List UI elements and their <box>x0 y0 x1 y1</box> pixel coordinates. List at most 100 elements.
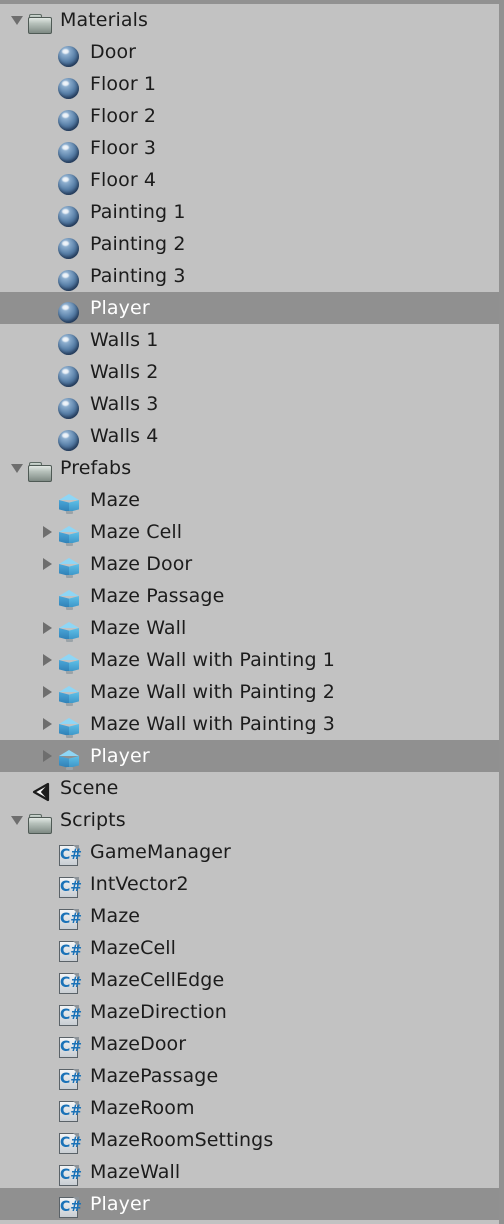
folder-icon <box>28 12 52 36</box>
csharp-glyph: C# <box>60 1103 83 1119</box>
tree-row[interactable]: Maze Wall <box>0 612 499 644</box>
material-sphere-icon <box>58 269 81 292</box>
material-sphere-icon <box>58 141 81 164</box>
project-assets-tree[interactable]: Materials Door Floor 1 Floor 2 Floor 3 Floor … <box>0 0 504 1224</box>
tree-row[interactable]: Maze <box>0 484 499 516</box>
tree-row-label: MazeCell <box>90 937 177 959</box>
chevron-right-icon[interactable] <box>38 644 56 676</box>
csharp-script-icon: C# <box>58 908 83 932</box>
tree-row[interactable]: Player <box>0 740 499 772</box>
tree-row[interactable]: C# Maze <box>0 900 499 932</box>
tree-row[interactable]: Maze Passage <box>0 580 499 612</box>
triangle-glyph <box>42 718 52 730</box>
cube-top-face <box>59 750 79 756</box>
csharp-script-icon: C# <box>58 1100 83 1124</box>
csharp-glyph: C# <box>60 1135 83 1151</box>
triangle-glyph <box>11 463 23 473</box>
tree-row[interactable]: Scene <box>0 772 499 804</box>
material-sphere-icon <box>58 205 81 228</box>
tree-row[interactable]: Walls 3 <box>0 388 499 420</box>
chevron-down-icon[interactable] <box>8 4 26 36</box>
tree-row[interactable]: Maze Wall with Painting 1 <box>0 644 499 676</box>
tree-row-label: Walls 1 <box>90 329 159 351</box>
tree-row[interactable]: Maze Cell <box>0 516 499 548</box>
tree-row[interactable]: Player <box>0 292 499 324</box>
tree-row-label: MazeWall <box>90 1161 181 1183</box>
tree-row-label: Floor 3 <box>90 137 157 159</box>
tree-row[interactable]: Walls 4 <box>0 420 499 452</box>
tree-row[interactable]: C# MazeWall <box>0 1156 499 1188</box>
tree-row-label: Walls 2 <box>90 361 159 383</box>
tree-row[interactable]: Prefabs <box>0 452 499 484</box>
tree-row[interactable]: C# MazeDirection <box>0 996 499 1028</box>
tree-row-label: MazeRoom <box>90 1097 195 1119</box>
material-sphere-icon <box>58 365 81 388</box>
tree-row[interactable]: C# MazeCellEdge <box>0 964 499 996</box>
tree-row[interactable]: Maze Wall with Painting 3 <box>0 708 499 740</box>
cube-top-face <box>59 622 79 628</box>
chevron-right-icon[interactable] <box>38 516 56 548</box>
tree-row-label: Maze Wall with Painting 2 <box>90 681 335 703</box>
tree-row[interactable]: C# GameManager <box>0 836 499 868</box>
tree-row[interactable]: C# MazePassage <box>0 1060 499 1092</box>
material-sphere-icon <box>58 397 81 420</box>
material-sphere-icon <box>58 77 81 100</box>
triangle-glyph <box>11 815 23 825</box>
chevron-down-icon[interactable] <box>8 452 26 484</box>
tree-row[interactable]: Floor 1 <box>0 68 499 100</box>
chevron-right-icon[interactable] <box>38 548 56 580</box>
sphere-body <box>58 429 79 451</box>
csharp-glyph: C# <box>60 847 83 863</box>
tree-row[interactable]: Walls 1 <box>0 324 499 356</box>
cube-base-nub <box>66 767 73 770</box>
tree-row[interactable]: Painting 3 <box>0 260 499 292</box>
chevron-right-icon[interactable] <box>38 708 56 740</box>
prefab-cube-icon <box>58 492 82 516</box>
tree-row[interactable]: C# MazeRoomSettings <box>0 1124 499 1156</box>
tree-row[interactable]: Floor 4 <box>0 164 499 196</box>
tree-row[interactable]: Materials <box>0 4 499 36</box>
tree-row[interactable]: Floor 3 <box>0 132 499 164</box>
tree-row[interactable]: Floor 2 <box>0 100 499 132</box>
csharp-glyph: C# <box>60 1167 83 1183</box>
sphere-body <box>58 205 79 227</box>
tree-row-label: Walls 3 <box>90 393 159 415</box>
chevron-down-icon[interactable] <box>8 804 26 836</box>
tree-row-label: Floor 4 <box>90 169 157 191</box>
tree-row[interactable]: Walls 2 <box>0 356 499 388</box>
tree-row[interactable]: Maze Wall with Painting 2 <box>0 676 499 708</box>
csharp-glyph: C# <box>60 911 83 927</box>
cube-top-face <box>59 558 79 564</box>
prefab-cube-icon <box>58 588 82 612</box>
cube-base-nub <box>66 543 73 546</box>
csharp-script-icon: C# <box>58 876 82 900</box>
tree-row[interactable]: Maze Door <box>0 548 499 580</box>
chevron-right-icon[interactable] <box>38 676 56 708</box>
tree-row-label: GameManager <box>90 841 231 863</box>
triangle-glyph <box>42 750 52 762</box>
tree-row[interactable]: Painting 2 <box>0 228 499 260</box>
csharp-glyph: C# <box>60 1039 83 1055</box>
tree-row-label: IntVector2 <box>90 873 189 895</box>
unity-scene-icon <box>28 780 52 804</box>
tree-row[interactable]: C# Player <box>0 1188 499 1220</box>
tree-row-label: Painting 2 <box>90 233 186 255</box>
cube-base-nub <box>66 639 73 642</box>
material-sphere-icon <box>58 45 81 68</box>
tree-row[interactable]: C# MazeRoom <box>0 1092 499 1124</box>
tree-row[interactable]: C# IntVector2 <box>0 868 499 900</box>
prefab-cube-icon <box>58 524 82 548</box>
tree-row[interactable]: C# MazeDoor <box>0 1028 499 1060</box>
tree-row[interactable]: Painting 1 <box>0 196 499 228</box>
tree-row[interactable]: Door <box>0 36 499 68</box>
tree-row-label: Maze Cell <box>90 521 183 543</box>
csharp-script-icon: C# <box>58 1004 82 1028</box>
tree-row[interactable]: Scripts <box>0 804 499 836</box>
tree-row-label: MazeCellEdge <box>90 969 225 991</box>
chevron-right-icon[interactable] <box>38 612 56 644</box>
csharp-script-icon: C# <box>58 940 82 964</box>
material-sphere-icon <box>58 237 81 260</box>
chevron-right-icon[interactable] <box>38 740 56 772</box>
tree-row-label: Floor 2 <box>90 105 157 127</box>
tree-row[interactable]: C# MazeCell <box>0 932 499 964</box>
